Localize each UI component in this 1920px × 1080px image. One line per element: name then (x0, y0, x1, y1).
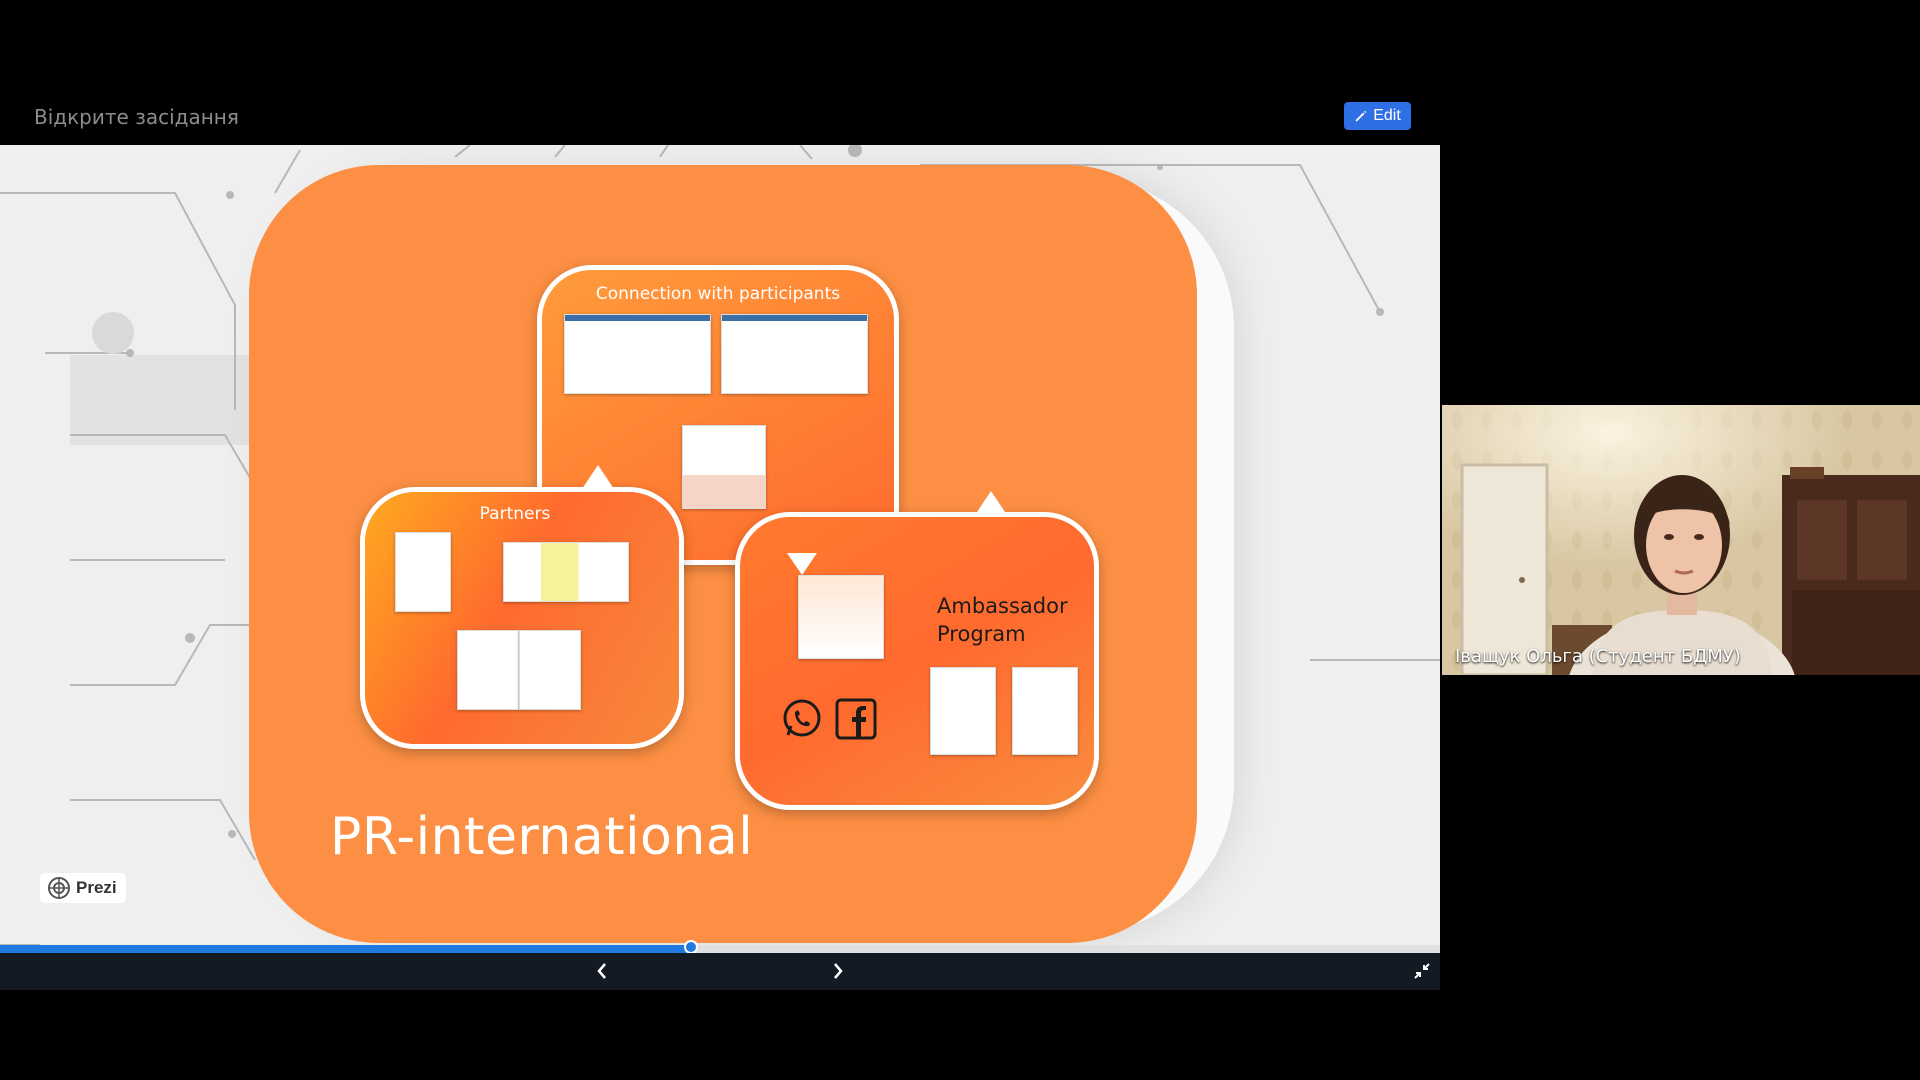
participants-table-thumbnail-2 (721, 314, 868, 394)
exit-fullscreen-button[interactable] (1410, 959, 1434, 983)
whatsapp-icon (783, 699, 821, 737)
prezi-badge-label: Prezi (76, 878, 117, 897)
partners-logos-thumbnail (395, 532, 451, 612)
ambassador-bubble-pointer (975, 491, 1007, 515)
connection-bubble-pointer (787, 553, 817, 575)
ambassador-poster-thumbnail (798, 575, 884, 659)
partners-document-thumbnail-2 (519, 630, 581, 710)
partners-spreadsheet-thumbnail (503, 542, 629, 602)
pencil-icon (1355, 110, 1367, 122)
participant-name: Іващук Ольга (Студент БДМУ) (1455, 646, 1741, 667)
ambassador-document-thumbnail-2 (1012, 667, 1078, 755)
facebook-icon (835, 698, 877, 740)
participants-table-thumbnail-1 (564, 314, 711, 394)
prezi-badge[interactable]: Prezi (40, 873, 126, 903)
slide-canvas: Connection with participants Partners Am… (0, 145, 1440, 945)
previous-step-button[interactable] (590, 959, 614, 983)
prezi-logo-icon (48, 877, 70, 899)
chevron-left-icon (597, 963, 606, 979)
partners-bubble-pointer (582, 465, 614, 489)
participant-video (1442, 405, 1920, 675)
minimize-icon (1414, 963, 1430, 979)
partners-bubble: Partners (360, 487, 684, 749)
partners-document-thumbnail-1 (457, 630, 519, 710)
edit-button[interactable]: Edit (1344, 102, 1411, 130)
ambassador-document-thumbnail-1 (930, 667, 996, 755)
slide-title: PR-international (330, 807, 754, 867)
ambassador-label-line1: Ambassador (937, 594, 1068, 618)
meeting-title: Відкрите засідання (34, 105, 239, 129)
progress-fill (0, 945, 692, 953)
playback-controls (0, 953, 1440, 990)
presentation-stage: Відкрите засідання Edit Connection with … (0, 88, 1440, 990)
presentation-progress-bar[interactable] (0, 940, 1440, 954)
progress-handle[interactable] (684, 940, 699, 954)
chevron-right-icon (834, 963, 843, 979)
call-center-poster-thumbnail (682, 425, 766, 509)
ambassador-bubble-label: Ambassador Program (937, 592, 1068, 648)
connection-bubble-label: Connection with participants (595, 284, 841, 304)
partners-bubble-label: Partners (479, 504, 551, 524)
participant-video-tile[interactable]: Іващук Ольга (Студент БДМУ) (1442, 405, 1920, 675)
ambassador-label-line2: Program (937, 622, 1026, 646)
presentation-header: Відкрите засідання Edit (0, 88, 1440, 145)
edit-button-label: Edit (1373, 107, 1401, 124)
next-step-button[interactable] (826, 959, 850, 983)
